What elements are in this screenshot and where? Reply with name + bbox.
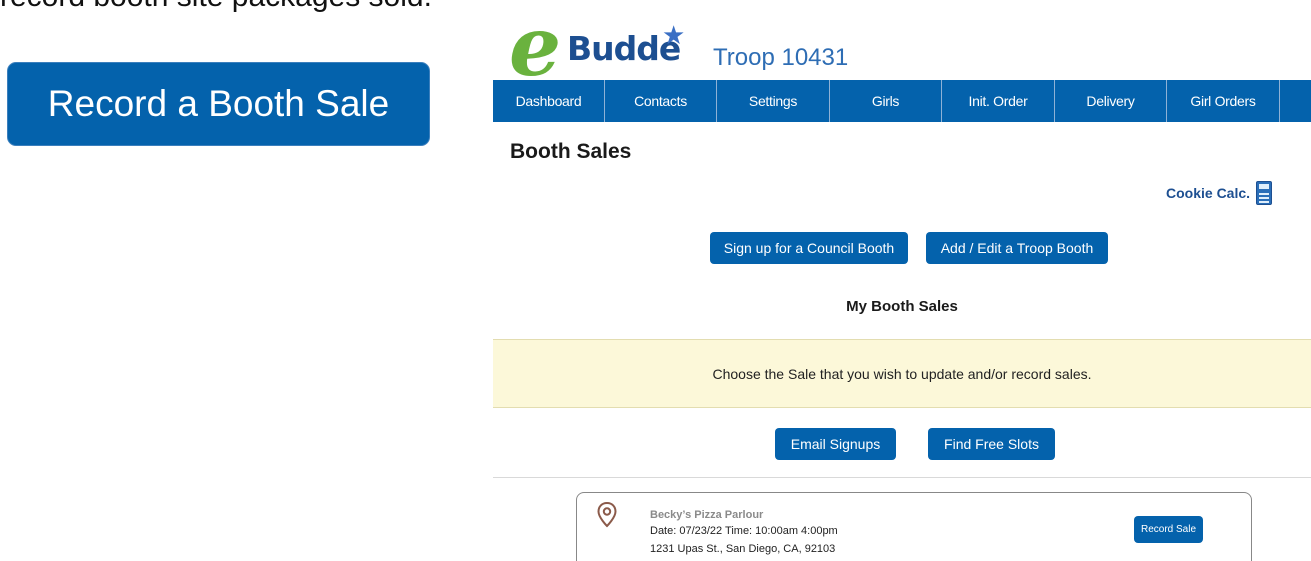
- my-booth-sales-heading: My Booth Sales: [846, 298, 958, 315]
- nav-contacts[interactable]: Contacts: [605, 80, 717, 122]
- booth-card: Becky’s Pizza Parlour Date: 07/23/22 Tim…: [576, 492, 1252, 561]
- council-booth-button[interactable]: Sign up for a Council Booth: [710, 232, 908, 264]
- ebudde-screenshot: e Budde ★ Troop 10431 Dashboard Contacts…: [493, 0, 1311, 561]
- troop-booth-button[interactable]: Add / Edit a Troop Booth: [926, 232, 1108, 264]
- nav-settings[interactable]: Settings: [717, 80, 830, 122]
- email-signups-button[interactable]: Email Signups: [775, 428, 896, 460]
- nav-girls[interactable]: Girls: [830, 80, 942, 122]
- booth-date-time: Date: 07/23/22 Time: 10:00am 4:00pm: [650, 525, 838, 537]
- page-title: Booth Sales: [510, 140, 632, 163]
- calculator-icon: [1256, 181, 1273, 205]
- cookie-calc-label: Cookie Calc.: [1166, 185, 1251, 201]
- nav-delivery[interactable]: Delivery: [1055, 80, 1167, 122]
- record-sale-button[interactable]: Record Sale: [1134, 516, 1203, 543]
- ebudde-logo: e Budde ★: [507, 6, 697, 88]
- record-booth-sale-callout-button[interactable]: Record a Booth Sale: [7, 62, 430, 146]
- instruction-caption: record booth site packages sold.: [0, 0, 432, 14]
- nav-girl-orders[interactable]: Girl Orders: [1167, 80, 1280, 122]
- cookie-calc-link[interactable]: Cookie Calc.: [1166, 181, 1273, 205]
- booth-name: Becky’s Pizza Parlour: [650, 509, 764, 521]
- notice-banner: Choose the Sale that you wish to update …: [493, 339, 1311, 408]
- nav-dashboard[interactable]: Dashboard: [493, 80, 605, 122]
- find-free-slots-button[interactable]: Find Free Slots: [928, 428, 1055, 460]
- section-divider: [493, 477, 1311, 478]
- troop-name: Troop 10431: [713, 44, 849, 71]
- logo-e-glyph: e: [509, 0, 562, 95]
- main-nav: Dashboard Contacts Settings Girls Init. …: [493, 80, 1311, 122]
- notice-text: Choose the Sale that you wish to update …: [712, 365, 1092, 382]
- nav-init-order[interactable]: Init. Order: [942, 80, 1055, 122]
- booth-address: 1231 Upas St., San Diego, CA, 92103: [650, 543, 836, 555]
- star-icon: ★: [662, 20, 686, 50]
- location-pin-icon: [597, 501, 617, 533]
